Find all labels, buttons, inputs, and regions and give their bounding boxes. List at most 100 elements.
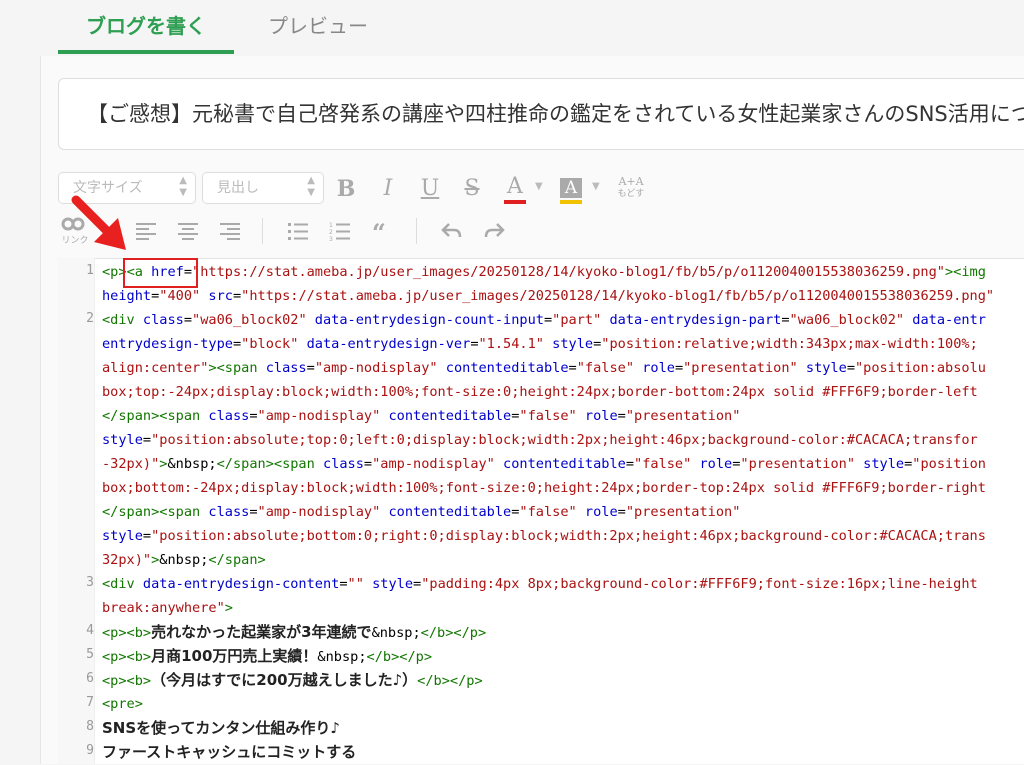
code-token: role: [634, 360, 675, 376]
code-token: align:center": [102, 360, 209, 376]
code-token: "position:absolu: [855, 360, 986, 376]
code-token: =: [232, 288, 242, 304]
toolbar-divider: [262, 218, 263, 244]
code-token: contenteditable: [380, 504, 512, 520]
code-line: break:anywhere">: [102, 596, 1024, 620]
code-token: ><span: [208, 360, 258, 376]
code-token: &nbsp;: [371, 625, 421, 641]
code-token: contenteditable: [380, 408, 512, 424]
code-line: <p><b>月商100万円売上実績！&nbsp;</b></p>: [102, 644, 1024, 669]
code-token: ファーストキャッシュにコミットする: [102, 743, 357, 761]
code-token: =: [183, 312, 193, 328]
tab-write-blog[interactable]: ブログを書く: [58, 8, 234, 44]
code-token: =: [617, 408, 626, 424]
svg-text:1: 1: [329, 222, 333, 229]
code-token: =: [249, 504, 258, 520]
updown-icon: ▲ ▼: [179, 175, 187, 198]
code-token: -32px)": [102, 456, 160, 472]
code-token: &nbsp;: [167, 456, 217, 472]
code-token: style: [363, 576, 414, 592]
text-color-button[interactable]: A: [503, 172, 527, 204]
code-token: >: [224, 600, 233, 616]
code-token: class: [134, 312, 184, 328]
code-token: "400": [159, 288, 201, 304]
align-right-icon[interactable]: [218, 216, 242, 246]
code-token: "presentation": [625, 504, 741, 520]
code-token: role: [576, 504, 618, 520]
chevron-down-icon[interactable]: ▼: [535, 172, 543, 202]
highlight-color-swatch: [560, 200, 582, 204]
clear-format-label: もどす: [617, 189, 645, 199]
code-line: align:center"><span class="amp-nodisplay…: [102, 356, 1024, 380]
code-token: 32px)": [102, 552, 152, 568]
undo-icon[interactable]: [440, 216, 464, 246]
code-line: 32px)">&nbsp;</span>: [102, 548, 1024, 572]
code-line: <p><b>（今月はすでに200万越えしました♪）</b></p>: [102, 668, 1024, 693]
code-token: box;top:-24px;display:block;width:100%;f…: [102, 384, 978, 400]
code-token: =: [363, 456, 373, 472]
code-token: break:anywhere": [102, 600, 225, 616]
code-token: &nbsp;: [317, 649, 367, 665]
line-number: 5: [86, 647, 94, 662]
code-line: entrydesign-type="block" data-entrydesig…: [102, 332, 1024, 356]
code-token: style: [797, 360, 847, 376]
code-token: </span>: [208, 552, 266, 568]
code-token: class: [257, 360, 307, 376]
chevron-down-icon[interactable]: ▼: [592, 172, 600, 202]
code-line: height="400" src="https://stat.ameba.jp/…: [102, 284, 1024, 308]
highlight-color-button[interactable]: A: [558, 172, 584, 204]
blockquote-icon[interactable]: “: [370, 216, 394, 246]
code-token: "1.54.1": [478, 336, 544, 352]
code-token: style: [102, 528, 143, 544]
line-number: 2: [86, 311, 94, 326]
bullet-list-icon[interactable]: [286, 216, 310, 246]
numbered-list-icon[interactable]: 123: [328, 216, 352, 246]
code-token: "position:relative;width:343px;max-width…: [601, 336, 978, 352]
code-token: ><img: [945, 264, 986, 280]
code-line: <div class="wa06_block02" data-entrydesi…: [102, 308, 1024, 332]
code-token: "": [347, 576, 364, 592]
bold-button[interactable]: B: [334, 174, 358, 204]
code-token: data-entrydesign-part: [601, 312, 782, 328]
code-token: <p><b>: [102, 673, 152, 689]
code-token: =: [232, 336, 242, 352]
align-left-icon[interactable]: [134, 216, 158, 246]
code-token: 月商100万円売上実績！: [151, 647, 318, 665]
code-token: "amp-nodisplay": [257, 408, 381, 424]
red-arrow-icon: [71, 195, 126, 250]
toolbar-divider: [416, 218, 417, 244]
code-token: height: [102, 288, 152, 304]
strikethrough-button[interactable]: S: [460, 174, 484, 204]
italic-button[interactable]: I: [376, 174, 400, 204]
code-token: "https://stat.ameba.jp/user_images/20250…: [192, 264, 945, 280]
text-color-swatch: [504, 200, 526, 204]
redo-icon[interactable]: [482, 216, 506, 246]
code-line: style="position:absolute;top:0;left:0;di…: [102, 428, 1024, 452]
underline-button[interactable]: U: [418, 174, 442, 204]
code-token: &nbsp;: [159, 552, 209, 568]
tab-preview[interactable]: プレビュー: [268, 8, 368, 44]
code-line: box;bottom:-24px;display:block;width:100…: [102, 476, 1024, 500]
code-token: <div: [102, 312, 135, 328]
code-token: =: [339, 576, 348, 592]
code-line: </span><span class="amp-nodisplay" conte…: [102, 500, 1024, 524]
code-token: <p><b>: [102, 625, 152, 641]
line-number-gutter: [58, 258, 95, 764]
align-center-icon[interactable]: [176, 216, 200, 246]
code-token: "https://stat.ameba.jp/user_images/20250…: [241, 288, 995, 304]
code-token: "amp-nodisplay": [372, 456, 495, 472]
code-token: src: [200, 288, 233, 304]
clear-format-button[interactable]: A+A もどす: [614, 176, 648, 200]
code-token: "wa06_block02": [789, 312, 905, 328]
code-token: =: [781, 312, 790, 328]
code-token: =: [142, 528, 152, 544]
clear-format-top: A+A: [618, 175, 644, 188]
line-number: 4: [86, 623, 94, 638]
heading-label: 見出し: [217, 180, 259, 196]
code-token: SNSを使ってカンタン仕組み作り♪: [102, 719, 340, 737]
code-token: "false": [519, 504, 577, 520]
heading-select[interactable]: 見出し ▲ ▼: [202, 172, 324, 204]
code-line: style="position:absolute;bottom:0;right:…: [102, 524, 1024, 548]
title-input[interactable]: 【ご感想】元秘書で自己啓発系の講座や四柱推命の鑑定をされている女性起業家さんのS…: [58, 78, 1024, 150]
code-token: =: [625, 456, 635, 472]
